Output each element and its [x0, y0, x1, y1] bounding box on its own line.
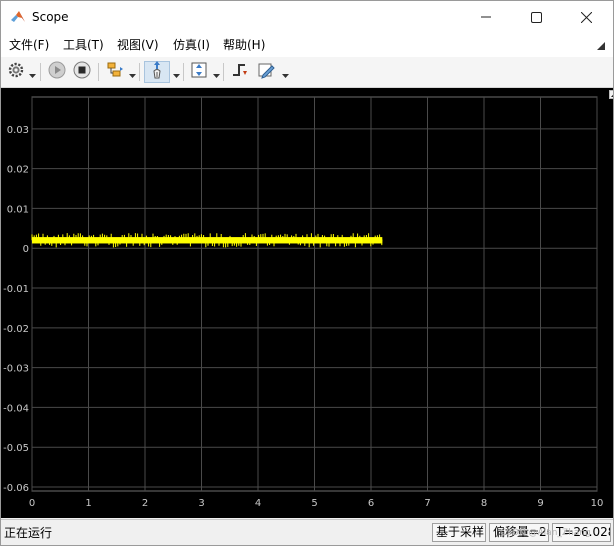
chevron-down-icon — [28, 63, 36, 82]
x-tick-label: 7 — [424, 498, 430, 509]
x-tick-label: 8 — [481, 498, 487, 509]
y-tick-label: -0.03 — [3, 364, 29, 375]
y-tick-label: 0.03 — [7, 125, 29, 136]
matlab-logo-icon — [10, 9, 26, 25]
scope-window: Scope 文件(F) 工具(T) 视图(V) 仿真(I) 帮助(H) 0 1 … — [0, 0, 614, 546]
y-tick-label: -0.05 — [3, 443, 29, 454]
run-icon — [48, 61, 66, 83]
style-dropdown[interactable] — [281, 61, 289, 83]
x-tick-label: 10 — [591, 498, 604, 509]
highlight-dropdown[interactable] — [128, 61, 136, 83]
title-bar[interactable]: Scope — [1, 1, 613, 33]
x-tick-label: 3 — [198, 498, 204, 509]
y-tick-label: -0.01 — [3, 284, 29, 295]
plot-area[interactable]: 0 1 2 3 4 5 6 7 8 9 10 0.03 0.02 0.01 0 -0.01 -0.02 -0.03… — [1, 88, 613, 518]
settings-dropdown[interactable] — [28, 61, 36, 83]
chevron-down-icon — [172, 63, 180, 82]
stop-icon — [73, 61, 91, 83]
minimize-icon — [481, 12, 491, 22]
autoscale-dropdown[interactable] — [212, 61, 220, 83]
minimize-button[interactable] — [463, 1, 509, 33]
x-tick-label: 0 — [29, 498, 35, 509]
chevron-down-icon — [212, 63, 220, 82]
highlight-block-icon — [106, 61, 124, 83]
highlight-block-button[interactable] — [104, 61, 126, 83]
x-tick-label: 4 — [255, 498, 261, 509]
x-tick-label: 6 — [368, 498, 374, 509]
autoscale-icon — [190, 61, 208, 83]
scope-chart[interactable]: 0 1 2 3 4 5 6 7 8 9 10 0.03 0.02 0.01 0 -0.01 -0.02 -0.03… — [1, 88, 613, 518]
watermark-text: CSDN @Alan_Zhang — [500, 528, 591, 538]
undock-arrow-icon[interactable] — [597, 39, 605, 53]
sample-mode-field: 基于采样 — [432, 523, 486, 542]
x-tick-label: 1 — [85, 498, 91, 509]
x-tick-label: 5 — [311, 498, 317, 509]
window-title: Scope — [32, 10, 69, 24]
menu-tools[interactable]: 工具(T) — [63, 38, 104, 52]
stop-button[interactable] — [71, 61, 93, 83]
close-button[interactable] — [563, 1, 609, 33]
triggers-button[interactable] — [229, 61, 251, 83]
menu-help[interactable]: 帮助(H) — [223, 38, 265, 52]
style-edit-icon — [257, 61, 275, 83]
status-running-text: 正在运行 — [4, 526, 53, 540]
y-tick-label: 0.02 — [7, 165, 29, 176]
x-tick-label: 2 — [142, 498, 148, 509]
y-tick-label: -0.06 — [3, 483, 29, 494]
style-edit-button[interactable] — [255, 61, 277, 83]
menu-bar: 文件(F) 工具(T) 视图(V) 仿真(I) 帮助(H) — [1, 33, 613, 57]
menu-simulation[interactable]: 仿真(I) — [173, 38, 210, 52]
chevron-down-icon — [128, 63, 136, 82]
maximize-icon — [530, 11, 542, 23]
triggers-icon — [231, 61, 249, 83]
run-button[interactable] — [46, 61, 68, 83]
maximize-button[interactable] — [513, 1, 559, 33]
menu-view[interactable]: 视图(V) — [117, 38, 159, 52]
settings-button[interactable] — [6, 61, 26, 83]
autoscale-button[interactable] — [188, 61, 210, 83]
y-tick-label: 0 — [23, 244, 29, 255]
settings-gear-icon — [8, 62, 24, 82]
y-tick-label: 0.01 — [7, 204, 29, 215]
close-icon — [580, 11, 592, 23]
x-tick-label: 9 — [537, 498, 543, 509]
y-tick-label: -0.04 — [3, 403, 29, 414]
chevron-down-icon — [281, 63, 289, 82]
zoom-pan-icon — [148, 60, 166, 84]
zoom-dropdown[interactable] — [172, 61, 180, 83]
y-tick-label: -0.02 — [3, 324, 29, 335]
zoom-pan-button[interactable] — [144, 61, 170, 83]
menu-file[interactable]: 文件(F) — [9, 38, 49, 52]
toolbar — [1, 57, 613, 88]
